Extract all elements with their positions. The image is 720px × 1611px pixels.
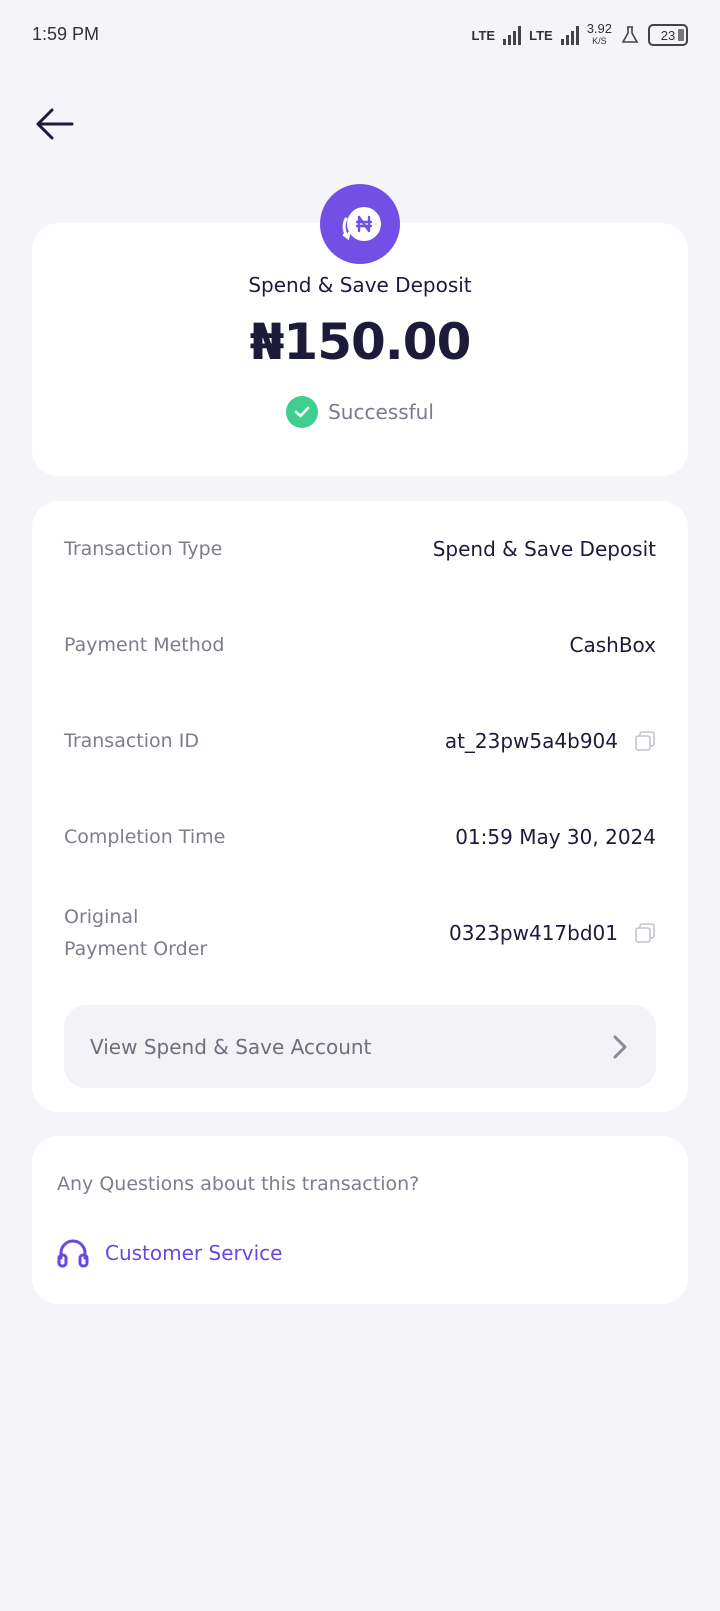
- headset-icon: [57, 1239, 89, 1268]
- network-label-1: LTE: [471, 27, 496, 43]
- detail-value: at_23pw5a4b904: [445, 729, 656, 753]
- completion-time-value: 01:59 May 30, 2024: [455, 825, 656, 849]
- status-indicators: LTE LTE 3.92 K/S 23: [471, 22, 688, 48]
- status-row: Successful: [0, 396, 720, 428]
- signal-icon: [560, 25, 579, 45]
- speed-value: 3.92: [586, 21, 612, 36]
- view-account-button[interactable]: View Spend & Save Account: [64, 1005, 656, 1088]
- customer-service-link[interactable]: Customer Service: [57, 1238, 282, 1268]
- detail-label: Transaction ID: [64, 730, 199, 752]
- status-text: Successful: [328, 400, 434, 424]
- arrow-left-icon[interactable]: [34, 106, 76, 142]
- signal-icon: [503, 25, 522, 45]
- network-label-2: LTE: [529, 27, 553, 43]
- transaction-amount: ₦150.00: [249, 313, 472, 371]
- detail-label: Payment Method: [64, 634, 225, 656]
- copy-icon[interactable]: [634, 730, 656, 752]
- chevron-right-icon: [613, 1035, 627, 1058]
- payment-order-value: 0323pw417bd01: [449, 921, 618, 945]
- detail-row-original-payment-order: Original Payment Order 0323pw417bd01: [64, 901, 656, 965]
- payment-method-value: CashBox: [569, 633, 657, 657]
- status-time: 1:59 PM: [32, 24, 100, 44]
- detail-value: 01:59 May 30, 2024: [455, 825, 656, 849]
- detail-row-transaction-type: Transaction Type Spend & Save Deposit: [64, 533, 656, 565]
- copy-icon[interactable]: [634, 922, 656, 944]
- check-icon: [286, 396, 319, 428]
- flask-icon: [621, 26, 639, 43]
- network-speed: 3.92 K/S: [587, 22, 612, 48]
- help-card: [32, 1136, 688, 1304]
- transaction-id-value: at_23pw5a4b904: [444, 729, 618, 753]
- detail-label: Original Payment Order: [64, 906, 208, 960]
- detail-value: Spend & Save Deposit: [433, 537, 656, 561]
- detail-value: 0323pw417bd01: [449, 921, 656, 945]
- battery-icon: 23: [648, 24, 688, 46]
- customer-service-label: Customer Service: [105, 1241, 283, 1265]
- transaction-title: Spend & Save Deposit: [248, 273, 472, 297]
- help-question: Any Questions about this transaction?: [57, 1173, 420, 1195]
- detail-label: Transaction Type: [64, 538, 223, 560]
- detail-row-completion-time: Completion Time 01:59 May 30, 2024: [64, 821, 656, 853]
- detail-row-payment-method: Payment Method CashBox: [64, 629, 656, 661]
- speed-unit: K/S: [592, 36, 607, 46]
- view-account-label: View Spend & Save Account: [90, 1034, 372, 1059]
- transaction-type-value: Spend & Save Deposit: [432, 537, 656, 561]
- detail-row-transaction-id: Transaction ID at_23pw5a4b904: [64, 725, 656, 757]
- status-bar: 1:59 PM LTE LTE 3.92 K/S 23: [0, 0, 720, 70]
- naira-coin-icon: [320, 184, 400, 264]
- detail-value: CashBox: [570, 633, 657, 657]
- detail-label: Completion Time: [64, 826, 226, 848]
